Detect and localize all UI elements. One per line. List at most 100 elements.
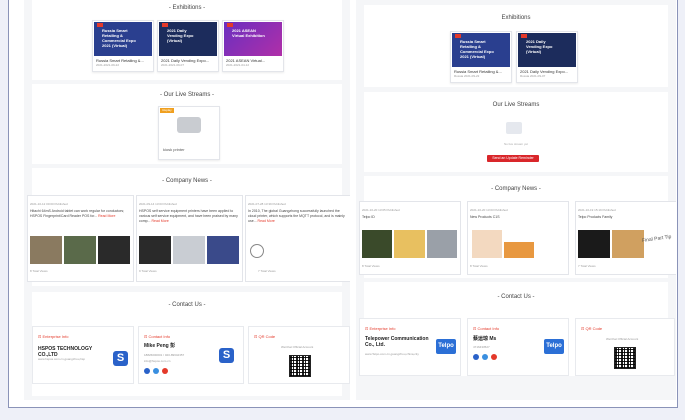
exhibition-date: Russia 2021-09-07 xyxy=(520,74,546,78)
printer-image xyxy=(177,117,201,133)
exhibition-date: 2021-2021-09-22 xyxy=(96,63,120,67)
news-card[interactable]: 2021-07-28 13:39 Published In 2010, The … xyxy=(245,195,350,282)
news-images xyxy=(139,236,239,264)
news-date: 2021-10-12 00:00 Published xyxy=(30,202,68,206)
company-news-section: - Company News - 2021-10-12 00:00 Publis… xyxy=(27,168,350,286)
right-store-page: Exhibitions Russia Smart Retailing & Com… xyxy=(356,0,676,400)
exhibition-date: 2021-2021-04-12 xyxy=(226,63,250,67)
company-logo: Telpo xyxy=(544,339,564,354)
qr-code-image xyxy=(614,347,636,369)
section-title: - Exhibitions - xyxy=(168,5,206,11)
news-views: 9 Total Views xyxy=(139,269,157,273)
section-title: Exhibitions xyxy=(501,15,531,21)
exhibition-thumb: 2021 ASEAN Virtual Exhibition xyxy=(224,22,282,56)
social-icons[interactable] xyxy=(473,354,497,360)
news-images xyxy=(362,230,457,258)
section-title: - Our Live Streams - xyxy=(159,92,214,98)
phone-icon xyxy=(473,354,479,360)
live-streams-section: Our Live Streams No live stream yet Send… xyxy=(364,92,668,172)
news-text: Telpo Products Family xyxy=(578,215,613,219)
empty-state-icon xyxy=(506,122,522,134)
exhibition-card[interactable]: 2021 Daily Vending Expo (Virtual) 2021 D… xyxy=(157,20,219,72)
exhibition-date: 2021-2021-09-07 xyxy=(161,63,185,67)
company-address: www.hspos.com.cn,guangzhou,hsp xyxy=(38,357,86,361)
replay-badge: Replay xyxy=(160,108,174,113)
news-image-caption: Final Part Tip xyxy=(641,233,672,245)
left-store-page: - Exhibitions - Russia Smart Retailing &… xyxy=(24,0,350,400)
news-date: 2021-09-14 13:03 Published xyxy=(139,202,177,206)
location-icon xyxy=(491,354,497,360)
enterprise-info-card: ⊡ Enterprise Info Telepower Communicatio… xyxy=(359,318,461,376)
news-views: 7 Total Views xyxy=(578,264,596,268)
news-text: New Products C1S xyxy=(470,215,500,219)
news-text: Hitachi 64mS Android tablet can work reg… xyxy=(30,209,125,218)
social-icons[interactable] xyxy=(144,368,168,374)
news-text: HSPOS self service equipment printers ha… xyxy=(139,209,238,223)
browser-frame: - Exhibitions - Russia Smart Retailing &… xyxy=(8,0,678,408)
exhibition-card[interactable]: 2021 Daily Vending Expo (Virtual) 2021 D… xyxy=(516,31,578,83)
enterprise-info-heading: ⊡ Enterprise Info xyxy=(38,334,69,339)
contact-phone: 18826000001 / 020-89642357 xyxy=(144,353,185,357)
qr-caption: WeChat Official Account xyxy=(281,345,314,349)
qr-code-heading: ⊡ QR Code xyxy=(254,334,276,339)
exhibition-card[interactable]: Russia Smart Retailing & Commercial Expo… xyxy=(92,20,154,72)
news-card[interactable]: 2021-10-12 00:00 Published Hitachi 64mS … xyxy=(27,195,134,282)
exhibition-card[interactable]: Russia Smart Retailing & Commercial Expo… xyxy=(450,31,512,83)
news-date: 2021-10-19 15:19 Published xyxy=(578,208,616,212)
news-views: 7 Total Views xyxy=(258,269,276,273)
read-more-link[interactable]: Read More xyxy=(258,219,275,223)
contact-info-card: ⊡ Contact Info Mike Peng 彭 18826000001 /… xyxy=(138,326,244,384)
contact-info-heading: ⊡ Contact Info xyxy=(473,326,500,331)
contact-section: - Contact Us - ⊡ Enterprise Info Telepow… xyxy=(359,282,675,376)
exhibition-date: Russia 2021-09-22 xyxy=(454,74,480,78)
read-more-link[interactable]: Read More xyxy=(98,214,115,218)
news-views: 8 Total Views xyxy=(30,269,48,273)
exhibition-thumb: Russia Smart Retailing & Commercial Expo… xyxy=(94,22,152,56)
exhibition-thumb: 2021 Daily Vending Expo (Virtual) xyxy=(159,22,217,56)
news-card[interactable]: 2021-09-14 13:03 Published HSPOS self se… xyxy=(136,195,243,282)
section-title: - Contact Us - xyxy=(497,294,535,300)
contact-section: - Contact Us - ⊡ Enterprise Info HSPOS T… xyxy=(32,292,350,396)
company-logo: S xyxy=(219,348,234,363)
enterprise-info-card: ⊡ Enterprise Info HSPOS TECHNOLOGY CO.,L… xyxy=(32,326,134,384)
contact-info-card: ⊡ Contact Info 蔡运琼 Ms 4716433527 Telpo xyxy=(467,318,569,376)
contact-phone: 4716433527 xyxy=(473,345,490,349)
exhibitions-section: - Exhibitions - Russia Smart Retailing &… xyxy=(32,0,342,80)
news-date: 2021-10-20 13:05 Published xyxy=(362,208,400,212)
company-logo: S xyxy=(113,351,128,366)
exhibition-thumb: 2021 Daily Vending Expo (Virtual) xyxy=(518,33,576,67)
news-card[interactable]: 2021-10-20 13:03 Published New Products … xyxy=(467,201,569,275)
enterprise-info-heading: ⊡ Enterprise Info xyxy=(365,326,396,331)
send-reminder-button[interactable]: Send an Update Reminder xyxy=(487,155,539,162)
news-text: Telpo ID xyxy=(362,215,375,219)
exhibition-card[interactable]: 2021 ASEAN Virtual Exhibition 2021 ASEAN… xyxy=(222,20,284,72)
qr-caption: WeChat Official Account xyxy=(606,337,639,341)
phone-icon xyxy=(144,368,150,374)
qr-code-heading: ⊡ QR Code xyxy=(581,326,603,331)
news-date: 2021-07-28 13:39 Published xyxy=(248,202,286,206)
qr-code-card: ⊡ QR Code WeChat Official Account xyxy=(248,326,350,384)
contact-info-heading: ⊡ Contact Info xyxy=(144,334,171,339)
section-title: - Contact Us - xyxy=(168,302,206,308)
contact-name: Mike Peng 彭 xyxy=(144,343,176,349)
section-title: Our Live Streams xyxy=(492,102,540,108)
qr-code-image xyxy=(289,355,311,377)
news-views: 8 Total Views xyxy=(470,264,488,268)
section-title: - Company News - xyxy=(162,178,212,184)
news-views: 8 Total Views xyxy=(362,264,380,268)
exhibitions-section: Exhibitions Russia Smart Retailing & Com… xyxy=(364,5,668,87)
news-images xyxy=(30,236,130,264)
read-more-link[interactable]: Read More xyxy=(151,219,168,223)
window-bottom-bar xyxy=(0,408,685,420)
news-images xyxy=(578,230,644,258)
news-card[interactable]: 2021-10-20 13:05 Published Telpo ID 8 To… xyxy=(359,201,461,275)
empty-state-text: No live stream yet xyxy=(503,142,528,146)
live-stream-card[interactable]: Replay kiosk printer xyxy=(158,106,220,160)
company-news-section: - Company News - 2021-10-20 13:05 Publis… xyxy=(359,176,676,278)
news-date: 2021-10-20 13:03 Published xyxy=(470,208,508,212)
news-text: In 2010, The global Guangzhong successfu… xyxy=(248,209,345,223)
company-address: www.Telpo.com.cn,guangzhou,china,city xyxy=(365,352,419,356)
news-card[interactable]: 2021-10-19 15:19 Published Telpo Product… xyxy=(575,201,676,275)
location-icon xyxy=(162,368,168,374)
live-streams-section: - Our Live Streams - Replay kiosk printe… xyxy=(32,84,342,164)
